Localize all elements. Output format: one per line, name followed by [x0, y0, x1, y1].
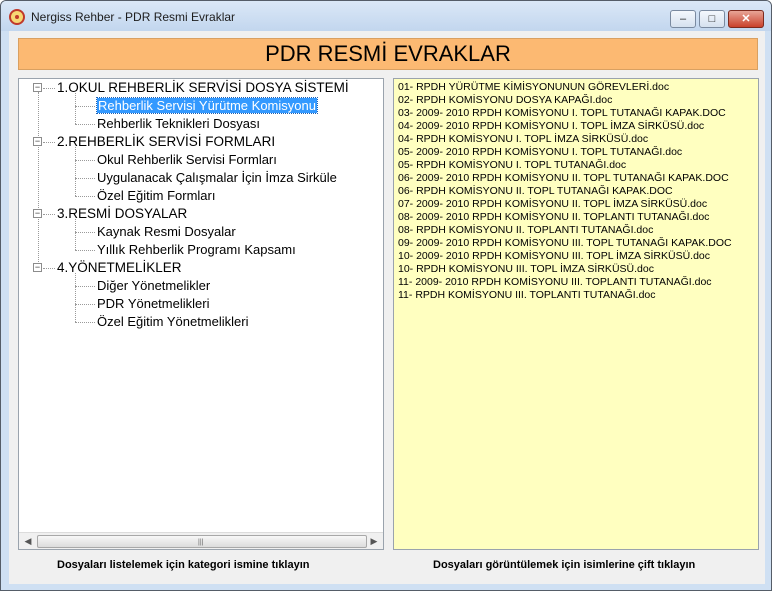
- scroll-right-icon[interactable]: ▶: [367, 535, 381, 548]
- minimize-button[interactable]: –: [670, 10, 696, 28]
- tree-item-label: Rehberlik Servisi Yürütme Komisyonu: [96, 97, 318, 114]
- tree-connector: [75, 273, 76, 322]
- tree-item[interactable]: Diğer Yönetmelikler: [97, 277, 210, 295]
- file-item[interactable]: 03- 2009- 2010 RPDH KOMİSYONU I. TOPL TU…: [398, 107, 726, 120]
- file-list[interactable]: 01- RPDH YÜRÜTME KİMİSYONUNUN GÖREVLERİ.…: [393, 78, 759, 550]
- scroll-left-icon[interactable]: ◀: [21, 535, 35, 548]
- file-hint: Dosyaları görüntülemek için isimlerine ç…: [433, 559, 696, 571]
- tree-connector: [75, 124, 95, 125]
- file-item[interactable]: 02- RPDH KOMİSYONU DOSYA KAPAĞI.doc: [398, 94, 612, 107]
- tree-item[interactable]: PDR Yönetmelikleri: [97, 295, 209, 313]
- tree-horizontal-scrollbar[interactable]: ◀ ||| ▶: [19, 532, 383, 549]
- tree-connector: [75, 106, 95, 107]
- category-tree[interactable]: − 1.OKUL REHBERLİK SERVİSİ DOSYA SİSTEMİ R…: [18, 78, 384, 550]
- tree-item[interactable]: Özel Eğitim Yönetmelikleri: [97, 313, 248, 331]
- app-window: Nergiss Rehber - PDR Resmi Evraklar – □ …: [0, 0, 772, 591]
- collapse-icon[interactable]: −: [33, 83, 42, 92]
- window-title: Nergiss Rehber - PDR Resmi Evraklar: [31, 10, 236, 24]
- tree-item-label: Özel Eğitim Yönetmelikleri: [97, 314, 249, 329]
- file-item[interactable]: 09- 2009- 2010 RPDH KOMİSYONU III. TOPL …: [398, 237, 732, 250]
- tree-connector: [75, 93, 76, 124]
- app-icon[interactable]: [9, 9, 25, 25]
- tree-connector: [75, 196, 95, 197]
- tree-item-label: Rehberlik Teknikleri Dosyası: [97, 116, 261, 131]
- tree-category[interactable]: 3.RESMİ DOSYALAR: [57, 205, 187, 223]
- file-item[interactable]: 05- 2009- 2010 RPDH KOMİSYONU I. TOPL TU…: [398, 146, 682, 159]
- tree-item-label: Kaynak Resmi Dosyalar: [97, 224, 236, 239]
- tree-connector: [75, 147, 76, 196]
- tree-item[interactable]: Uygulanacak Çalışmalar İçin İmza Sirküle: [97, 169, 337, 187]
- file-item[interactable]: 08- RPDH KOMİSYONU II. TOPLANTI TUTANAĞI…: [398, 224, 653, 237]
- client-area: PDR RESMİ EVRAKLAR − 1.OKUL REHBERLİK SER…: [9, 31, 765, 584]
- scroll-thumb[interactable]: |||: [37, 535, 367, 548]
- tree-item-label: Okul Rehberlik Servisi Formları: [97, 152, 277, 167]
- tree-connector: [75, 250, 95, 251]
- tree-item[interactable]: Özel Eğitim Formları: [97, 187, 215, 205]
- file-item[interactable]: 10- RPDH KOMİSYONU III. TOPL İMZA SİRKÜS…: [398, 263, 654, 276]
- tree-item-label: PDR Yönetmelikleri: [97, 296, 210, 311]
- tree-category[interactable]: 2.REHBERLİK SERVİSİ FORMLARI: [57, 133, 275, 151]
- tree-connector: [75, 232, 95, 233]
- maximize-button[interactable]: □: [699, 10, 725, 28]
- tree-item-label: Özel Eğitim Formları: [97, 188, 216, 203]
- tree-connector: [75, 322, 95, 323]
- file-item[interactable]: 10- 2009- 2010 RPDH KOMİSYONU III. TOPL …: [398, 250, 710, 263]
- tree-item[interactable]: Rehberlik Servisi Yürütme Komisyonu: [96, 97, 318, 115]
- tree-connector: [43, 214, 55, 215]
- file-item[interactable]: 08- 2009- 2010 RPDH KOMİSYONU II. TOPLAN…: [398, 211, 709, 224]
- scroll-grip-icon: |||: [198, 539, 204, 546]
- collapse-icon[interactable]: −: [33, 263, 42, 272]
- tree-hint: Dosyaları listelemek için kategori ismin…: [57, 559, 310, 571]
- file-item[interactable]: 05- RPDH KOMİSYONU I. TOPL TUTANAĞI.doc: [398, 159, 626, 172]
- collapse-icon[interactable]: −: [33, 209, 42, 218]
- tree-connector: [75, 160, 95, 161]
- tree-item-label: Yıllık Rehberlik Programı Kapsamı: [97, 242, 296, 257]
- tree-connector: [75, 219, 76, 250]
- tree-connector: [43, 142, 55, 143]
- file-item[interactable]: 11- 2009- 2010 RPDH KOMİSYONU III. TOPLA…: [398, 276, 712, 289]
- tree-connector: [43, 268, 55, 269]
- tree-item-label: Diğer Yönetmelikler: [97, 278, 211, 293]
- collapse-icon[interactable]: −: [33, 137, 42, 146]
- tree-connector: [75, 286, 95, 287]
- tree-item[interactable]: Rehberlik Teknikleri Dosyası: [97, 115, 260, 133]
- close-button[interactable]: ✕: [728, 10, 764, 28]
- tree-connector: [43, 88, 55, 89]
- tree-category-label: 3.RESMİ DOSYALAR: [57, 206, 188, 221]
- tree-connector: [75, 304, 95, 305]
- tree-item[interactable]: Okul Rehberlik Servisi Formları: [97, 151, 277, 169]
- tree-item-label: Uygulanacak Çalışmalar İçin İmza Sirküle: [97, 170, 337, 185]
- file-item[interactable]: 06- RPDH KOMİSYONU II. TOPL TUTANAĞI KAP…: [398, 185, 673, 198]
- tree-connector: [75, 178, 95, 179]
- file-item[interactable]: 11- RPDH KOMİSYONU III. TOPLANTI TUTANAĞ…: [398, 289, 656, 302]
- page-title: PDR RESMİ EVRAKLAR: [18, 38, 758, 70]
- file-item[interactable]: 04- RPDH KOMİSYONU I. TOPL İMZA SİRKÜSÜ.…: [398, 133, 648, 146]
- file-item[interactable]: 07- 2009- 2010 RPDH KOMİSYONU II. TOPL İ…: [398, 198, 707, 211]
- tree-connector: [38, 92, 39, 272]
- title-bar[interactable]: Nergiss Rehber - PDR Resmi Evraklar – □ …: [1, 1, 771, 31]
- file-item[interactable]: 01- RPDH YÜRÜTME KİMİSYONUNUN GÖREVLERİ.…: [398, 81, 669, 94]
- tree-category-label: 1.OKUL REHBERLİK SERVİSİ DOSYA SİSTEMİ: [57, 80, 349, 95]
- tree-category[interactable]: 1.OKUL REHBERLİK SERVİSİ DOSYA SİSTEMİ: [57, 79, 349, 97]
- file-item[interactable]: 06- 2009- 2010 RPDH KOMİSYONU II. TOPL T…: [398, 172, 729, 185]
- tree-item[interactable]: Kaynak Resmi Dosyalar: [97, 223, 236, 241]
- tree-item[interactable]: Yıllık Rehberlik Programı Kapsamı: [97, 241, 296, 259]
- file-item[interactable]: 04- 2009- 2010 RPDH KOMİSYONU I. TOPL İM…: [398, 120, 704, 133]
- tree-category-label: 2.REHBERLİK SERVİSİ FORMLARI: [57, 134, 276, 149]
